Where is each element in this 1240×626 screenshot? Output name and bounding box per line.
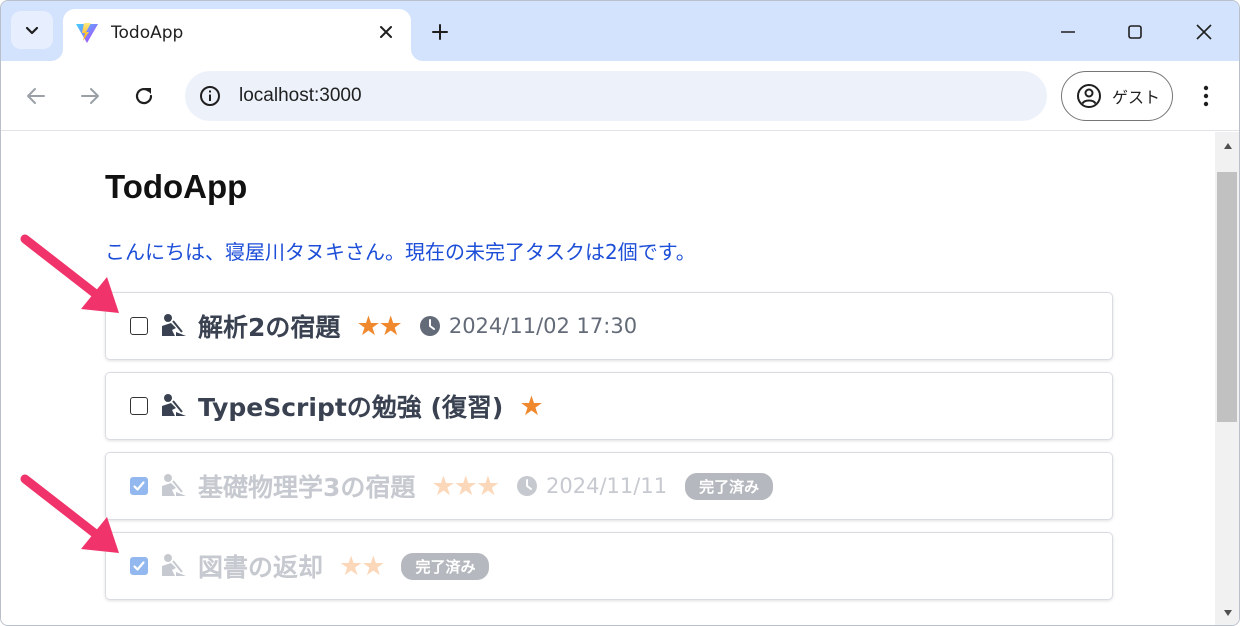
priority-stars: ★★ — [339, 550, 385, 582]
close-icon — [1196, 24, 1212, 40]
completed-badge: 完了済み — [401, 552, 490, 580]
address-bar[interactable]: localhost:3000 — [185, 71, 1047, 121]
close-icon — [380, 26, 392, 38]
todo-due-date: 2024/11/02 17:30 — [448, 314, 638, 338]
todo-item[interactable]: 図書の返却 ★★ 完了済み — [105, 532, 1113, 600]
reload-button[interactable] — [129, 81, 159, 111]
todo-due-date: 2024/11/11 — [546, 474, 668, 498]
maximize-button[interactable] — [1120, 17, 1150, 47]
scroll-down-button[interactable] — [1215, 603, 1239, 623]
todo-item[interactable]: TypeScriptの勉強 (復習) ★ — [105, 372, 1113, 440]
clock-icon — [517, 476, 538, 496]
greeting-text: こんにちは、寝屋川タヌキさん。現在の未完了タスクは2個です。 — [105, 240, 696, 264]
browser-menu-button[interactable] — [1193, 81, 1219, 111]
check-icon — [133, 481, 145, 491]
priority-stars: ★★ — [356, 310, 402, 342]
vite-logo-icon — [76, 23, 98, 43]
maximize-icon — [1128, 25, 1142, 39]
new-tab-button[interactable] — [427, 19, 453, 45]
todo-name: 基礎物理学3の宿題 — [198, 473, 416, 502]
todo-name: 図書の返却 — [198, 553, 324, 582]
clock-icon — [419, 316, 440, 336]
person-digging-icon — [162, 314, 186, 336]
todo-checkbox[interactable] — [130, 317, 148, 335]
page-scrollbar[interactable] — [1215, 132, 1239, 625]
back-button[interactable] — [21, 81, 51, 111]
triangle-up-icon — [1224, 143, 1232, 149]
annotation-arrow-icon — [20, 234, 119, 313]
info-icon — [200, 86, 220, 106]
triangle-down-icon — [1224, 610, 1232, 616]
priority-stars: ★★★ — [431, 470, 500, 502]
arrow-right-icon — [81, 88, 99, 104]
url-text[interactable]: localhost:3000 — [239, 85, 362, 107]
tab-todoapp[interactable]: TodoApp — [63, 9, 411, 61]
profile-label: ゲスト — [1112, 88, 1161, 107]
scroll-up-button[interactable] — [1215, 136, 1239, 156]
more-vert-icon — [1203, 85, 1209, 107]
browser-window: TodoApp localhost:3000 ゲスト TodoApp こんにちは… — [0, 0, 1240, 626]
reload-icon — [135, 87, 153, 105]
person-digging-icon — [162, 554, 186, 576]
site-info-button[interactable] — [197, 83, 223, 109]
page-content: TodoApp こんにちは、寝屋川タヌキさん。現在の未完了タスクは2個です。 解… — [1, 132, 1215, 625]
todo-item[interactable]: 基礎物理学3の宿題 ★★★ 2024/11/11 完了済み — [105, 452, 1113, 520]
todo-name: TypeScriptの勉強 (復習) — [198, 393, 504, 422]
todo-checkbox[interactable] — [130, 477, 148, 495]
check-icon — [133, 561, 145, 571]
priority-stars: ★ — [519, 390, 543, 422]
todo-checkbox[interactable] — [130, 397, 148, 415]
todo-item[interactable]: 解析2の宿題 ★★ 2024/11/02 17:30 — [105, 292, 1113, 360]
tab-close-button[interactable] — [375, 21, 397, 43]
close-window-button[interactable] — [1189, 17, 1219, 47]
browser-toolbar: localhost:3000 ゲスト — [1, 61, 1239, 131]
annotation-arrow-icon — [20, 474, 119, 553]
person-digging-icon — [162, 474, 186, 496]
tab-search-button[interactable] — [11, 11, 53, 49]
minimize-icon — [1061, 31, 1075, 33]
plus-icon — [432, 24, 448, 40]
todo-name: 解析2の宿題 — [198, 313, 341, 342]
completed-badge: 完了済み — [685, 472, 774, 500]
tab-title: TodoApp — [111, 23, 184, 43]
page-title: TodoApp — [105, 168, 248, 205]
scroll-thumb[interactable] — [1217, 172, 1237, 422]
arrow-left-icon — [27, 88, 45, 104]
account-circle-icon — [1077, 84, 1101, 108]
chevron-down-icon — [25, 26, 39, 35]
todo-checkbox[interactable] — [130, 557, 148, 575]
profile-button[interactable]: ゲスト — [1061, 71, 1173, 121]
forward-button[interactable] — [75, 81, 105, 111]
tab-strip: TodoApp — [1, 1, 1239, 61]
minimize-button[interactable] — [1053, 17, 1083, 47]
person-digging-icon — [162, 394, 186, 416]
